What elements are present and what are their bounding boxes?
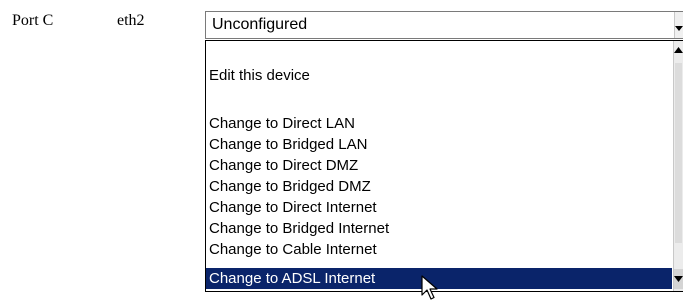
select-dropdown-button[interactable] [674, 12, 683, 38]
option-bridged-internet[interactable]: Change to Bridged Internet [206, 218, 672, 239]
option-adsl-internet[interactable]: Change to ADSL Internet [206, 268, 672, 289]
chevron-down-icon [675, 26, 683, 31]
port-action-dropdown-list[interactable]: Edit this device Change to Direct LAN Ch… [205, 40, 683, 292]
option-direct-internet[interactable]: Change to Direct Internet [206, 197, 672, 218]
mouse-pointer-icon [421, 275, 438, 300]
scrollbar-thumb[interactable] [675, 63, 682, 243]
scroll-down-button[interactable] [674, 269, 683, 289]
device-port-config: Port C eth2 Unconfigured Edit this devic… [0, 0, 683, 306]
option-direct-lan[interactable]: Change to Direct LAN [206, 113, 672, 134]
option-bridged-lan[interactable]: Change to Bridged LAN [206, 134, 672, 155]
select-current-value: Unconfigured [212, 16, 308, 33]
dropdown-scrollbar[interactable] [673, 41, 683, 291]
scroll-down-arrow-icon [674, 276, 683, 282]
port-label: Port C [12, 12, 54, 29]
option-cable-internet[interactable]: Change to Cable Internet [206, 239, 672, 260]
option-bridged-dmz[interactable]: Change to Bridged DMZ [206, 176, 672, 197]
scroll-up-arrow-icon[interactable] [674, 47, 683, 54]
port-action-select[interactable]: Unconfigured [205, 11, 683, 39]
interface-label: eth2 [117, 12, 145, 29]
option-edit-device[interactable]: Edit this device [206, 65, 672, 86]
option-direct-dmz[interactable]: Change to Direct DMZ [206, 155, 672, 176]
